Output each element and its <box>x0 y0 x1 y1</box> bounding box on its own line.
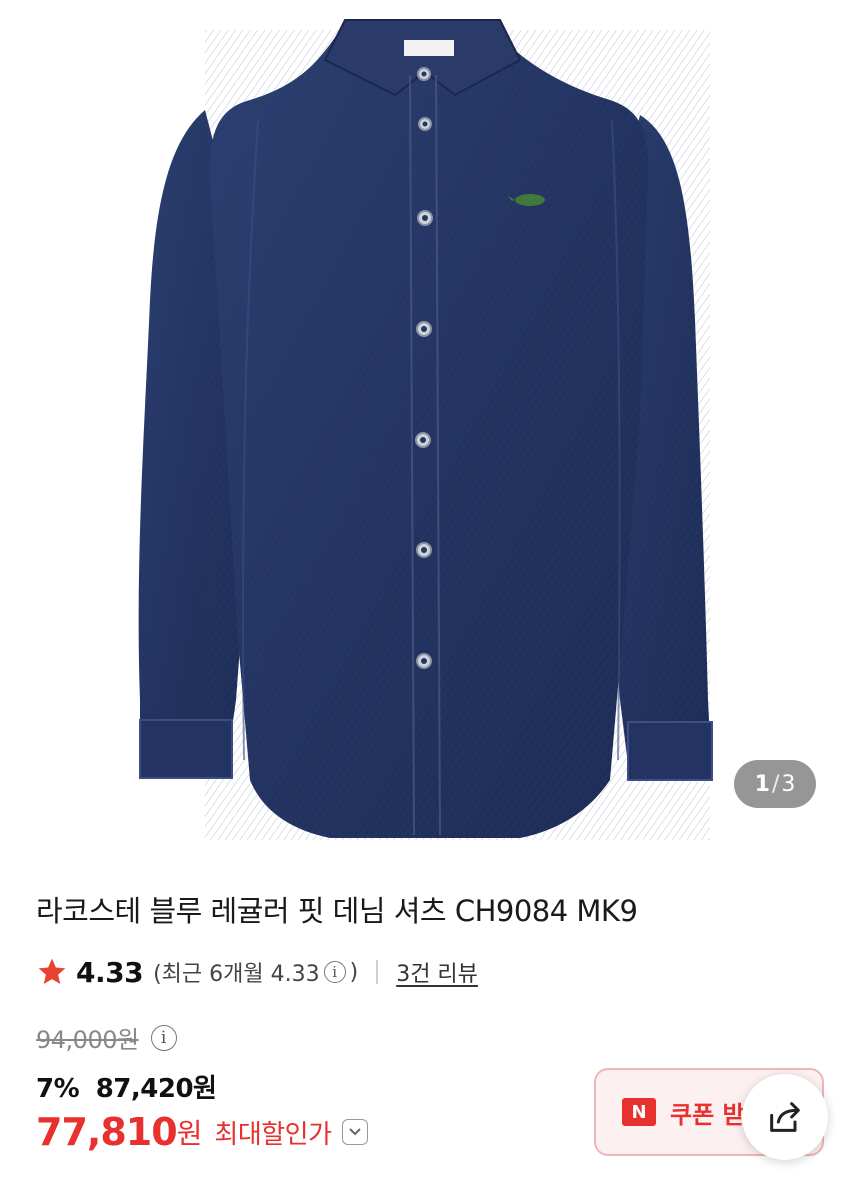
original-price: 94,000원 <box>36 1026 139 1054</box>
rating-score: 4.33 <box>76 955 144 989</box>
reviews-link[interactable]: 3건 리뷰 <box>396 956 478 988</box>
coupon-label: 쿠폰 받 <box>670 1100 745 1129</box>
naver-n-icon: N <box>622 1098 656 1126</box>
gallery-separator: / <box>771 771 780 797</box>
gallery-page-counter: 1 / 3 <box>734 760 816 808</box>
discount-price: 87,420원 <box>95 1074 217 1104</box>
final-price-unit: 원 <box>176 1117 203 1150</box>
final-price: 77,810 <box>36 1110 178 1154</box>
gallery-total-count: 3 <box>781 771 796 797</box>
divider <box>376 960 379 984</box>
original-price-row: 94,000원 i <box>36 1020 181 1055</box>
discount-percent: 7% <box>36 1074 80 1104</box>
share-button[interactable] <box>742 1074 828 1160</box>
star-icon <box>38 958 66 984</box>
final-price-row: 77,810 원 최대할인가 <box>36 1110 368 1154</box>
recent-rating: (최근 6개월 4.33 i ) <box>153 956 358 988</box>
discount-price-row: 7% 87,420원 <box>36 1068 217 1105</box>
recent-rating-close: ) <box>349 959 359 985</box>
price-info-icon[interactable]: i <box>150 1024 177 1051</box>
share-icon <box>770 1102 800 1132</box>
info-icon[interactable]: i <box>323 961 346 983</box>
recent-rating-text: (최근 6개월 4.33 <box>153 962 320 987</box>
product-image[interactable]: 1 / 3 <box>0 0 850 858</box>
price-detail-toggle[interactable] <box>341 1119 368 1145</box>
rating-row: 4.33 (최근 6개월 4.33 i ) 3건 리뷰 <box>36 952 478 992</box>
product-title: 라코스테 블루 레귤러 핏 데님 셔츠 CH9084 MK9 <box>36 894 638 928</box>
denim-shirt-image <box>138 19 713 840</box>
gallery-current-index: 1 <box>754 771 770 797</box>
max-discount-label: 최대할인가 <box>214 1119 332 1150</box>
chevron-down-icon <box>348 1128 361 1136</box>
